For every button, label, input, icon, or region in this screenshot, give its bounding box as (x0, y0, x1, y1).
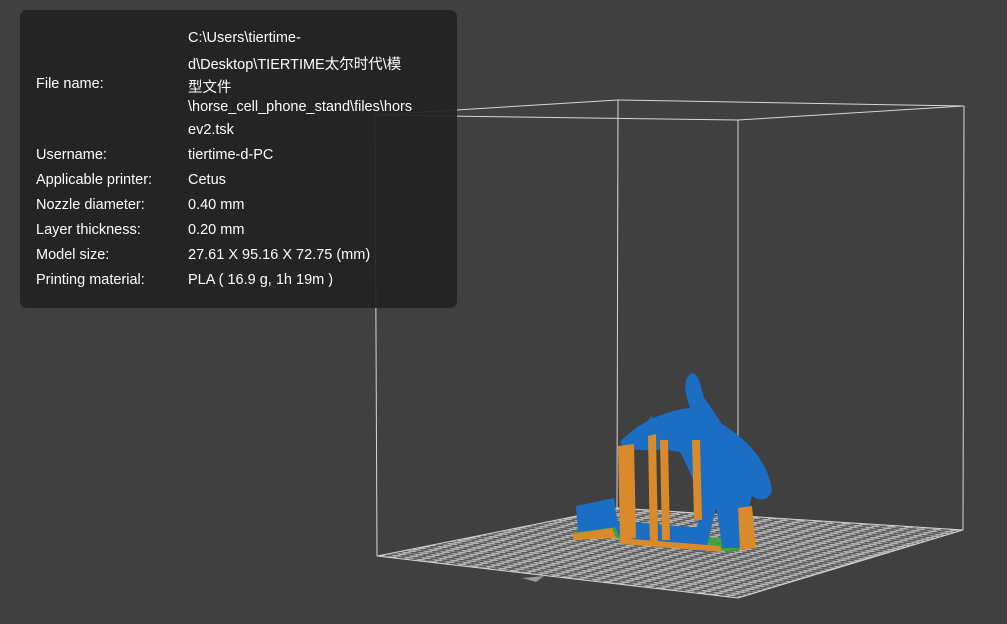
build-plate (376, 507, 964, 599)
printer-label: Applicable printer: (36, 172, 153, 188)
file-name-label: File name: (36, 76, 104, 92)
file-name-line: d\Desktop\TIERTIME太尔时代\模 (188, 57, 402, 73)
nozzle-value: 0.40 mm (188, 197, 245, 213)
printer-value: Cetus (188, 172, 226, 188)
material-label: Printing material: (36, 272, 145, 288)
model-size-label: Model size: (36, 247, 110, 263)
file-name-line: ev2.tsk (188, 122, 234, 138)
file-name-line: 型文件 (188, 80, 232, 96)
file-name-line: C:\Users\tiertime- (188, 30, 301, 46)
layer-thickness-value: 0.20 mm (188, 222, 245, 238)
model-size-value: 27.61 X 95.16 X 72.75 (mm) (188, 247, 371, 263)
model-info-panel: File name: C:\Users\tiertime- d\Desktop\… (20, 10, 457, 308)
plate-front-marker (522, 576, 544, 582)
3d-viewport[interactable]: File name: C:\Users\tiertime- d\Desktop\… (0, 0, 1007, 624)
material-value: PLA ( 16.9 g, 1h 19m ) (188, 272, 334, 288)
file-name-line: \horse_cell_phone_stand\files\hors (188, 99, 413, 115)
username-label: Username: (36, 147, 107, 163)
layer-thickness-label: Layer thickness: (36, 222, 141, 238)
nozzle-label: Nozzle diameter: (36, 197, 145, 213)
username-value: tiertime-d-PC (188, 147, 274, 163)
